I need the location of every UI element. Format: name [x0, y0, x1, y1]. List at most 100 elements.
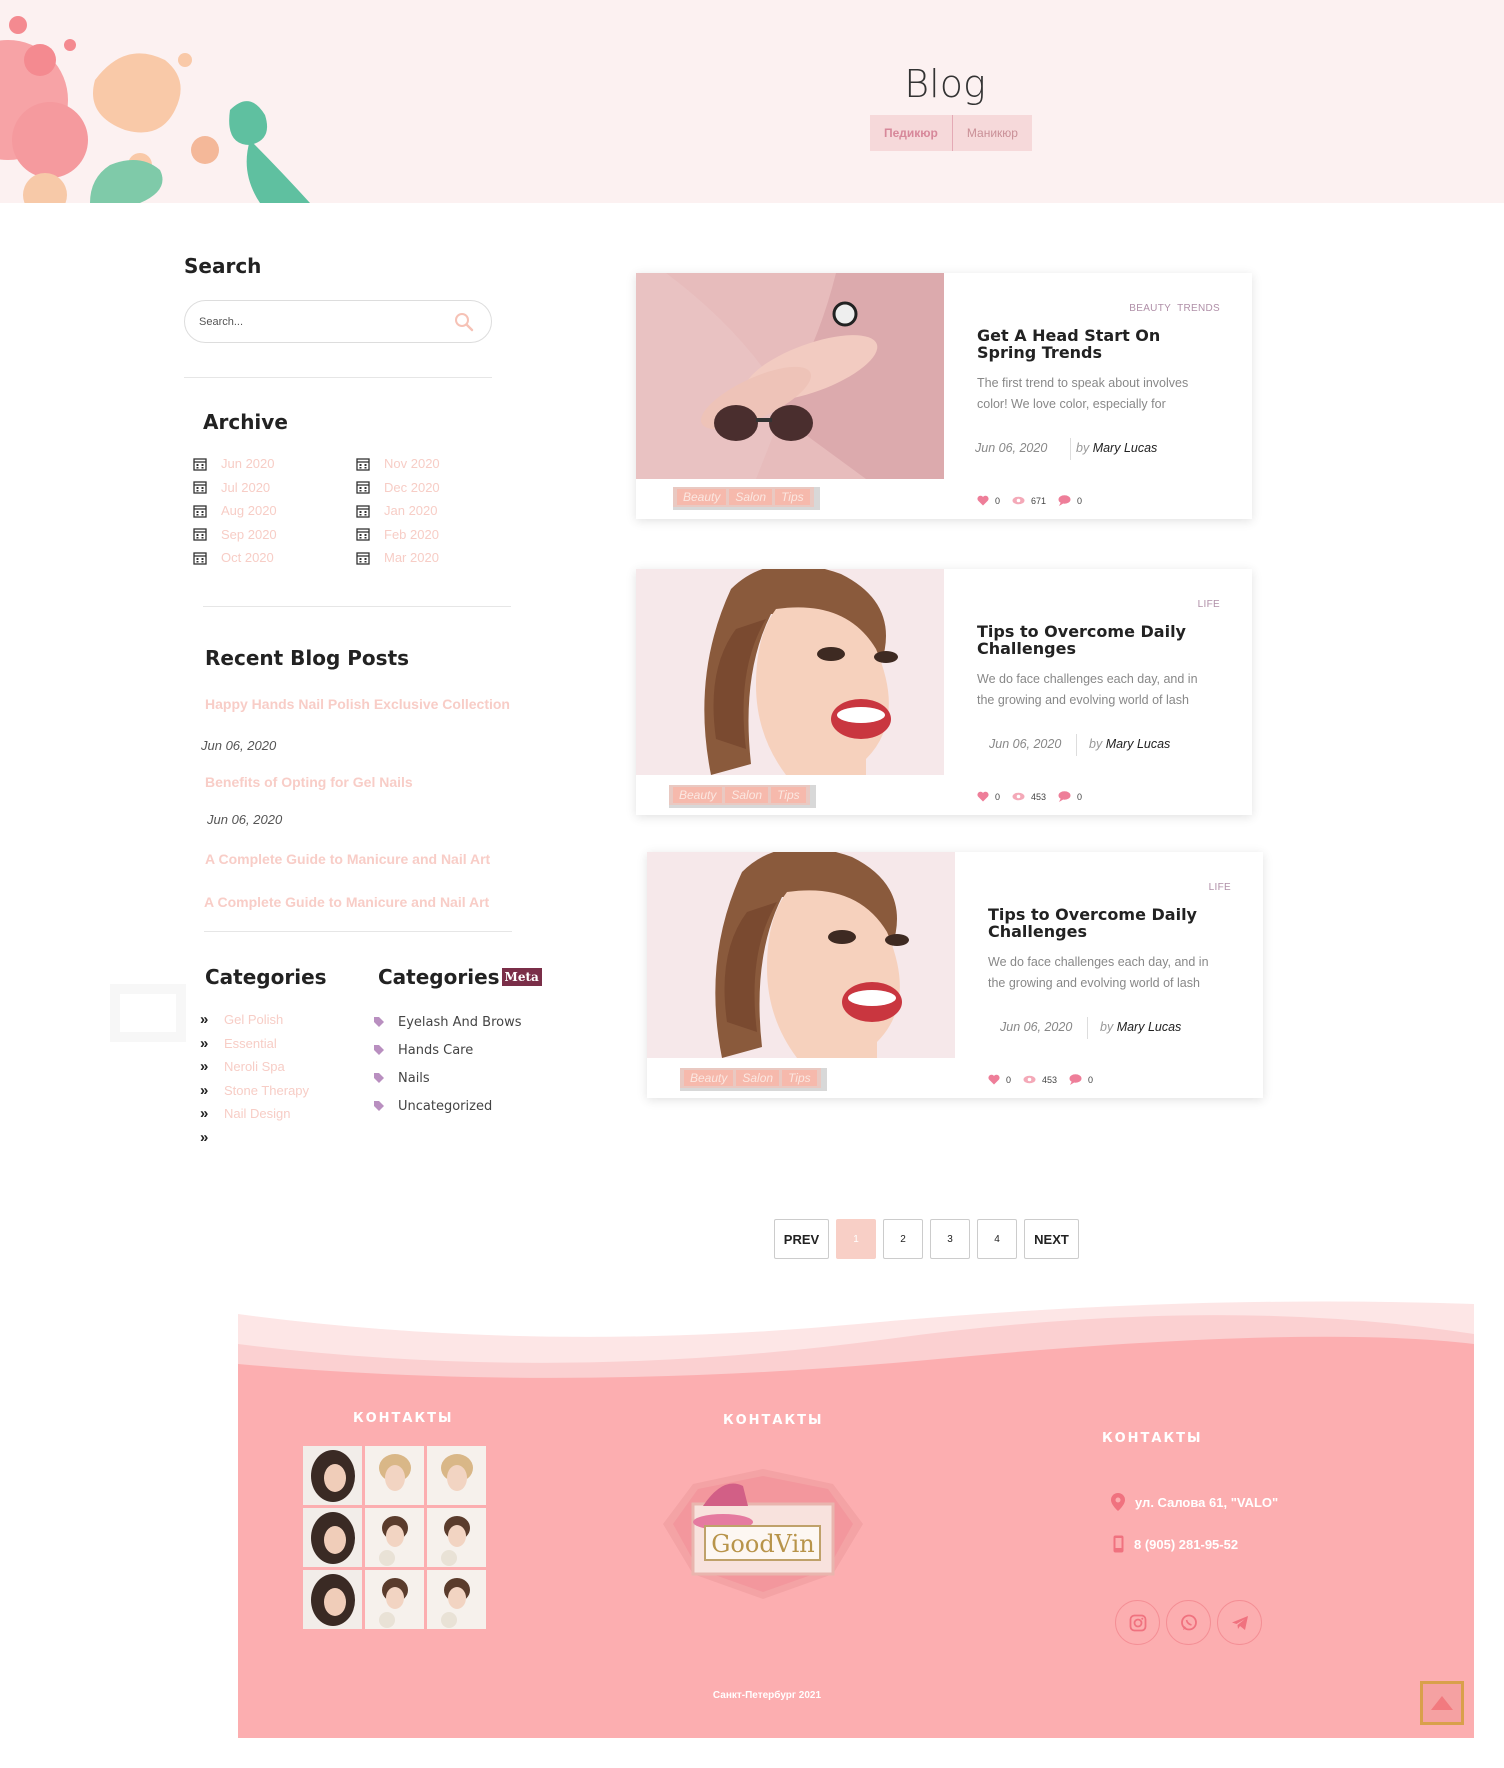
- telegram-button[interactable]: [1217, 1600, 1262, 1645]
- category-item: Uncategorized: [374, 1092, 521, 1120]
- gallery-photo[interactable]: [303, 1570, 362, 1629]
- prev-page-button[interactable]: PREV: [774, 1219, 829, 1259]
- tag-icon: [374, 1017, 384, 1027]
- archive-link[interactable]: Feb 2020: [384, 527, 439, 542]
- post-thumbnail[interactable]: [636, 273, 944, 479]
- search-icon[interactable]: [453, 311, 475, 333]
- heart-icon[interactable]: [988, 1074, 1000, 1085]
- by-label: by: [1076, 441, 1090, 455]
- author-name[interactable]: Mary Lucas: [1106, 737, 1171, 751]
- scroll-to-top-button[interactable]: [1420, 1681, 1464, 1725]
- categories-list: » Gel Polish » Essential » Neroli Spa » Ston…: [200, 1008, 309, 1149]
- gallery-photo[interactable]: [365, 1570, 424, 1629]
- post-category[interactable]: BEAUTY: [1129, 303, 1171, 314]
- map-pin-icon: [1111, 1493, 1125, 1511]
- category-item: » Neroli Spa: [200, 1055, 309, 1079]
- category-link[interactable]: Nails: [398, 1071, 430, 1086]
- recent-post-link[interactable]: Benefits of Opting for Gel Nails: [205, 774, 413, 790]
- archive-link[interactable]: Jan 2020: [384, 503, 438, 518]
- divider: [184, 377, 492, 378]
- calendar-icon: [193, 528, 207, 541]
- recent-post-link[interactable]: A Complete Guide to Manicure and Nail Ar…: [204, 894, 489, 910]
- goodvin-logo[interactable]: GoodVin: [663, 1464, 863, 1604]
- footer-wave-decoration: [238, 1284, 1474, 1379]
- tab-pedicure[interactable]: Педикюр: [870, 115, 953, 151]
- post-author: by Mary Lucas: [1076, 441, 1157, 455]
- phone-text[interactable]: 8 (905) 281-95-52: [1134, 1537, 1238, 1552]
- gallery-photo[interactable]: [427, 1570, 486, 1629]
- post-stats: 0 453 0: [977, 791, 1094, 802]
- post-title[interactable]: Tips to Overcome Daily Challenges: [977, 623, 1217, 657]
- category-item: » Nail Design: [200, 1102, 309, 1126]
- post-category[interactable]: TRENDS: [1177, 303, 1220, 314]
- tag-chip[interactable]: Tips: [775, 489, 810, 505]
- category-link[interactable]: Essential: [224, 1036, 277, 1051]
- author-name[interactable]: Mary Lucas: [1093, 441, 1158, 455]
- heart-icon[interactable]: [977, 495, 989, 506]
- gallery-photo[interactable]: [303, 1508, 362, 1567]
- views-count: 453: [1031, 791, 1047, 802]
- gallery-photo[interactable]: [427, 1446, 486, 1505]
- category-link[interactable]: Gel Polish: [224, 1012, 283, 1027]
- post-tags: Beauty Salon Tips: [680, 1068, 827, 1091]
- category-link[interactable]: Uncategorized: [398, 1099, 492, 1114]
- category-link[interactable]: Eyelash And Brows: [398, 1015, 521, 1030]
- archive-link[interactable]: Aug 2020: [221, 503, 277, 518]
- archive-link[interactable]: Mar 2020: [384, 550, 439, 565]
- category-link[interactable]: Neroli Spa: [224, 1059, 285, 1074]
- divider: [204, 931, 512, 932]
- tag-chip[interactable]: Salon: [729, 489, 773, 505]
- archive-link[interactable]: Dec 2020: [384, 480, 440, 495]
- tag-chip[interactable]: Tips: [771, 787, 806, 803]
- calendar-icon: [356, 552, 370, 565]
- page-button-1[interactable]: 1: [836, 1219, 876, 1259]
- page-button-3[interactable]: 3: [930, 1219, 970, 1259]
- archive-link[interactable]: Oct 2020: [221, 550, 274, 565]
- gallery-photo[interactable]: [303, 1446, 362, 1505]
- post-categories: BEAUTY TRENDS: [1123, 303, 1220, 314]
- tag-chip[interactable]: Salon: [736, 1070, 780, 1086]
- tag-chip[interactable]: Beauty: [684, 1070, 734, 1086]
- recent-post-link[interactable]: A Complete Guide to Manicure and Nail Ar…: [205, 851, 490, 867]
- category-link[interactable]: Stone Therapy: [224, 1083, 309, 1098]
- archive-list-col2: Nov 2020 Dec 2020 Jan 2020 Feb 2020 Mar …: [356, 452, 506, 570]
- category-link[interactable]: Nail Design: [224, 1106, 290, 1121]
- tag-chip[interactable]: Beauty: [677, 489, 727, 505]
- tag-chip[interactable]: Salon: [725, 787, 769, 803]
- post-thumbnail[interactable]: [636, 569, 944, 775]
- gallery-photo[interactable]: [427, 1508, 486, 1567]
- search-input[interactable]: [199, 312, 439, 332]
- archive-item: Feb 2020: [356, 523, 506, 547]
- post-category[interactable]: LIFE: [1209, 882, 1231, 893]
- footer-contacts-title-3: КОНТАКТЫ: [1102, 1431, 1203, 1446]
- page-button-4[interactable]: 4: [977, 1219, 1017, 1259]
- archive-link[interactable]: Nov 2020: [384, 456, 440, 471]
- recent-post-link[interactable]: Happy Hands Nail Polish Exclusive Collec…: [205, 696, 510, 712]
- post-category[interactable]: LIFE: [1198, 599, 1220, 610]
- archive-link[interactable]: Jul 2020: [221, 480, 270, 495]
- tab-manicure[interactable]: Маникюр: [953, 115, 1032, 151]
- meta-badge: Meta: [501, 968, 542, 986]
- post-title[interactable]: Tips to Overcome Daily Challenges: [988, 906, 1228, 940]
- next-page-button[interactable]: NEXT: [1024, 1219, 1079, 1259]
- empty-widget-box: [110, 984, 186, 1042]
- whatsapp-button[interactable]: [1166, 1600, 1211, 1645]
- category-item: Hands Care: [374, 1036, 521, 1064]
- gallery-photo[interactable]: [365, 1446, 424, 1505]
- gallery-photo[interactable]: [365, 1508, 424, 1567]
- tag-chip[interactable]: Beauty: [673, 787, 723, 803]
- post-title[interactable]: Get A Head Start On Spring Trends: [977, 327, 1217, 361]
- heart-icon[interactable]: [977, 791, 989, 802]
- logo-text: GoodVin: [711, 1530, 814, 1558]
- archive-item: Mar 2020: [356, 546, 506, 570]
- photo-gallery: [303, 1446, 487, 1629]
- instagram-button[interactable]: [1115, 1600, 1160, 1645]
- category-link[interactable]: Hands Care: [398, 1043, 473, 1058]
- archive-link[interactable]: Sep 2020: [221, 527, 277, 542]
- archive-link[interactable]: Jun 2020: [221, 456, 275, 471]
- post-thumbnail[interactable]: [647, 852, 955, 1058]
- author-name[interactable]: Mary Lucas: [1117, 1020, 1182, 1034]
- page-button-2[interactable]: 2: [883, 1219, 923, 1259]
- contact-phone[interactable]: 8 (905) 281-95-52: [1113, 1535, 1238, 1553]
- tag-chip[interactable]: Tips: [782, 1070, 817, 1086]
